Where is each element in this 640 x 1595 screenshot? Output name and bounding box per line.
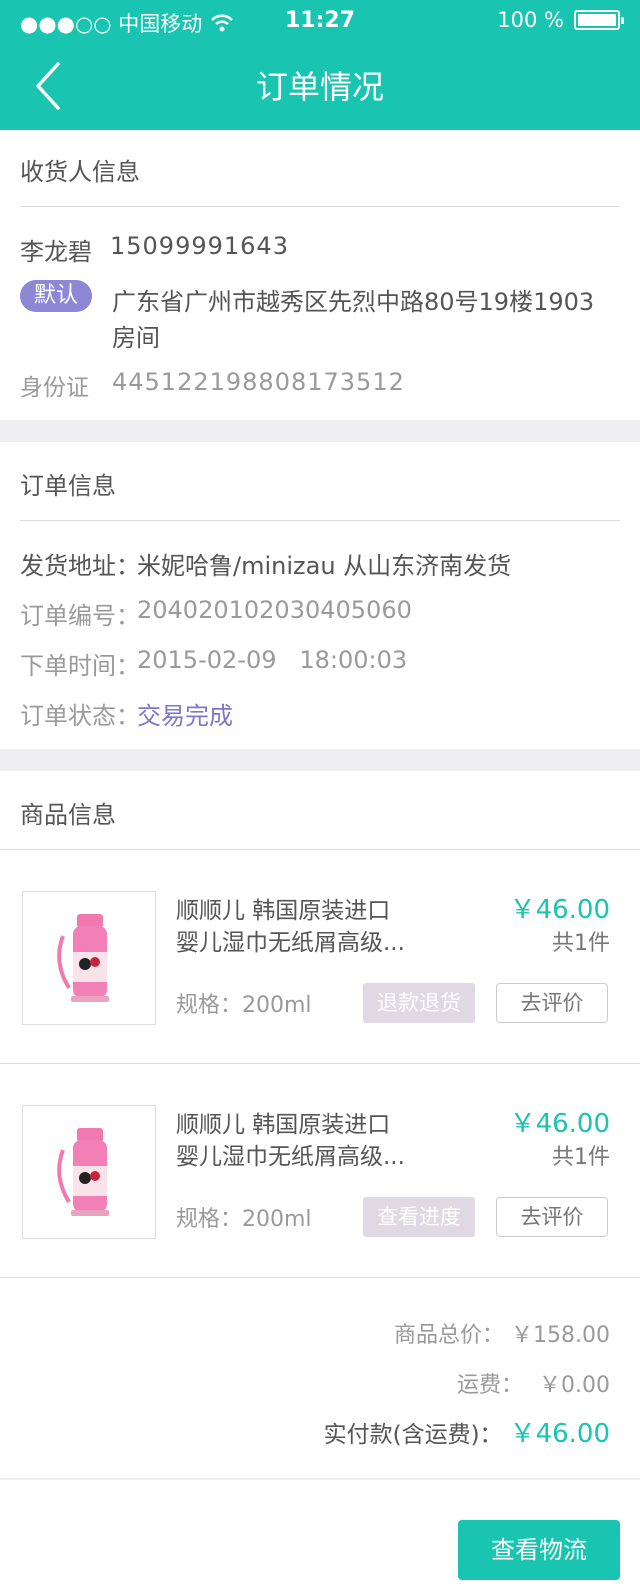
- page-title: 订单情况: [255, 68, 384, 106]
- receiver-section-title: 收货人信息: [20, 158, 140, 186]
- receiver-name: 李龙碧: [20, 238, 92, 266]
- order-status-value: 交易完成: [137, 702, 233, 730]
- product-thumbnail[interactable]: [22, 1105, 156, 1239]
- goods-section: 商品信息 顺顺儿 韩国原装进口 婴儿湿巾无纸屑高级... ￥46.00 共1件 …: [0, 771, 640, 1478]
- paid-label: 实付款(含运费)：: [323, 1422, 503, 1448]
- divider: [20, 520, 620, 521]
- shipping-row: 运费： ￥0.00: [457, 1367, 610, 1399]
- default-badge: 默认: [20, 280, 92, 312]
- review-button[interactable]: 去评价: [496, 983, 608, 1023]
- order-no-value: 204020102030405060: [137, 596, 412, 624]
- shipping-label: 运费：: [456, 1373, 523, 1398]
- battery-percent: 100 %: [497, 8, 564, 32]
- divider: [0, 1063, 640, 1064]
- order-time-value: 2015-02-09 18:00:03: [137, 646, 408, 674]
- product-title-line-1: 顺顺儿 韩国原装进口: [176, 898, 391, 924]
- order-status-label: 订单状态：: [20, 702, 140, 730]
- bottle-image-icon: [57, 1128, 109, 1216]
- goods-total-label: 商品总价：: [394, 1323, 505, 1348]
- goods-section-title: 商品信息: [20, 801, 116, 829]
- product-qty: 共1件: [552, 1145, 610, 1170]
- view-logistics-button[interactable]: 查看物流: [458, 1520, 620, 1580]
- product-title-line-1: 顺顺儿 韩国原装进口: [176, 1112, 391, 1138]
- divider: [0, 849, 640, 850]
- nav-bar: 订单情况: [0, 42, 640, 130]
- paid-row: 实付款(含运费)： ￥46.00: [324, 1413, 610, 1450]
- view-progress-button[interactable]: 查看进度: [363, 1197, 475, 1237]
- status-bar: ●●●○○ 中国移动 11:27 100 %: [0, 0, 640, 42]
- goods-total-row: 商品总价： ￥158.00: [394, 1317, 610, 1349]
- order-section: 订单信息 发货地址： 米妮哈鲁/minizau 从山东济南发货 订单编号： 20…: [0, 442, 640, 749]
- receiver-phone: 15099991643: [110, 232, 289, 260]
- paid-value: ￥46.00: [509, 1419, 610, 1449]
- battery-group: 100 %: [497, 8, 624, 32]
- ship-address-value: 米妮哈鲁/minizau 从山东济南发货: [137, 552, 512, 580]
- receiver-section: 收货人信息 李龙碧 15099991643 默认 广东省广州市越秀区先烈中路80…: [0, 130, 640, 420]
- address-line-2: 房间: [112, 324, 160, 352]
- bottle-image-icon: [57, 914, 109, 1002]
- product-price: ￥46.00: [509, 895, 610, 925]
- product-thumbnail[interactable]: [22, 891, 156, 1025]
- product-title-line-2: 婴儿湿巾无纸屑高级...: [176, 930, 405, 956]
- ship-address-label: 发货地址：: [20, 552, 140, 580]
- refund-return-button[interactable]: 退款退货: [363, 983, 475, 1023]
- id-number: 445122198808173512: [112, 368, 405, 396]
- divider: [0, 1277, 640, 1278]
- order-no-label: 订单编号：: [20, 602, 140, 630]
- id-label: 身份证: [20, 375, 89, 401]
- battery-icon: [574, 10, 624, 30]
- address-line-1: 广东省广州市越秀区先烈中路80号19楼1903: [112, 288, 595, 316]
- goods-total-value: ￥158.00: [511, 1323, 610, 1348]
- product-title-line-2: 婴儿湿巾无纸屑高级...: [176, 1144, 405, 1170]
- product-qty: 共1件: [552, 931, 610, 956]
- order-section-title: 订单信息: [20, 472, 116, 500]
- shipping-value: ￥0.00: [539, 1373, 610, 1398]
- order-time-label: 下单时间：: [20, 652, 140, 680]
- product-spec: 规格：200ml: [176, 993, 312, 1018]
- divider: [20, 206, 620, 207]
- product-price: ￥46.00: [509, 1109, 610, 1139]
- product-spec: 规格：200ml: [176, 1207, 312, 1232]
- review-button[interactable]: 去评价: [496, 1197, 608, 1237]
